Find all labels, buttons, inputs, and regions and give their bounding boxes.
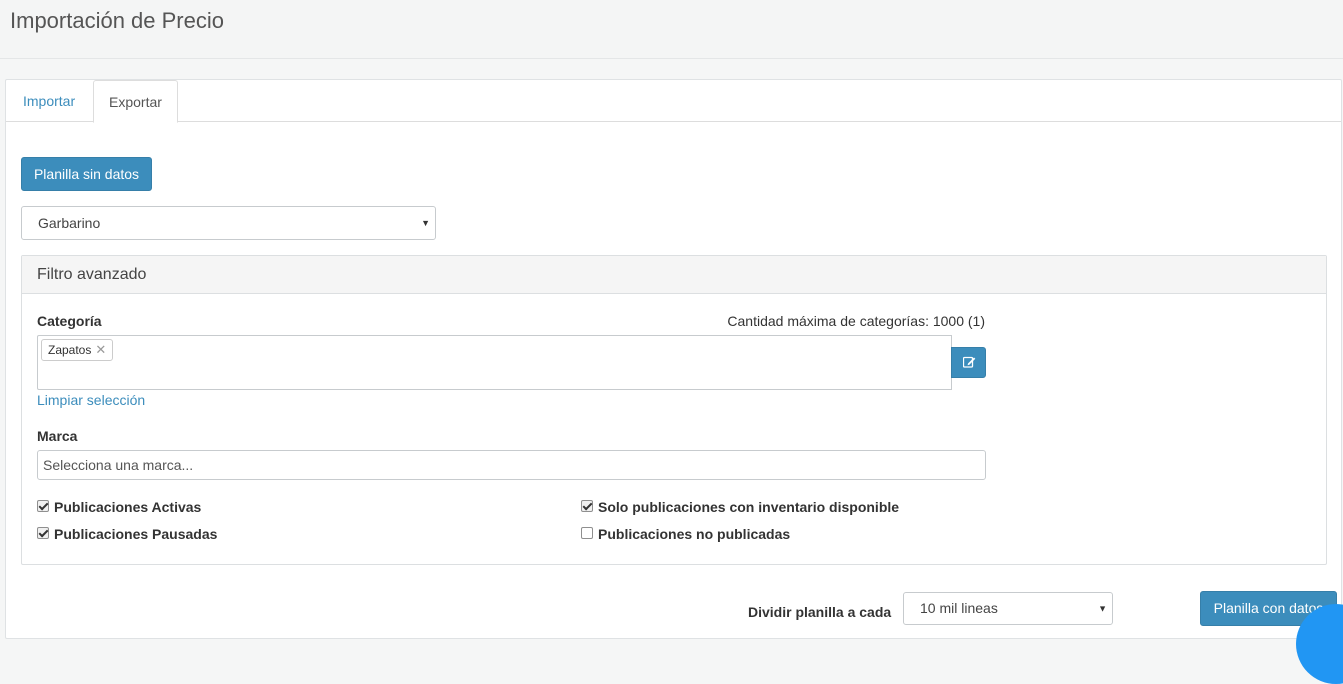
check-unpublished[interactable]: Publicaciones no publicadas xyxy=(581,526,790,542)
tab-importar[interactable]: Importar xyxy=(8,80,90,123)
max-categories-text: Cantidad máxima de categorías: 1000 (1) xyxy=(727,313,985,329)
clear-selection-link[interactable]: Limpiar selección xyxy=(37,392,145,408)
split-label: Dividir planilla a cada xyxy=(748,604,892,620)
page-title: Importación de Precio xyxy=(10,8,224,33)
checkbox-active[interactable] xyxy=(37,500,49,512)
check-paused-label: Publicaciones Pausadas xyxy=(54,526,218,542)
checkbox-paused[interactable] xyxy=(37,527,49,539)
category-multiselect[interactable]: Zapatos ✕ xyxy=(37,335,952,390)
check-stock-only-label: Solo publicaciones con inventario dispon… xyxy=(598,499,900,515)
check-stock-only[interactable]: Solo publicaciones con inventario dispon… xyxy=(581,499,899,515)
edit-icon xyxy=(963,356,976,368)
brand-label: Marca xyxy=(37,428,78,444)
check-paused-publications[interactable]: Publicaciones Pausadas xyxy=(37,526,217,542)
marketplace-select-value: Garbarino xyxy=(38,215,101,231)
advanced-filter-box: Filtro avanzado Categoría Cantidad máxim… xyxy=(21,255,1327,565)
brand-input[interactable] xyxy=(37,450,986,480)
export-panel: Importar Exportar Planilla sin datos Gar… xyxy=(5,79,1342,639)
empty-template-button[interactable]: Planilla sin datos xyxy=(21,157,152,191)
caret-down-icon: ▼ xyxy=(421,218,430,228)
advanced-filter-title: Filtro avanzado xyxy=(22,256,1326,294)
category-label: Categoría xyxy=(37,313,102,329)
edit-categories-button[interactable] xyxy=(951,347,986,378)
category-tag: Zapatos ✕ xyxy=(41,339,114,361)
split-select-value: 10 mil lineas xyxy=(920,600,998,616)
checkbox-stock-only[interactable] xyxy=(581,500,593,512)
category-tag-label: Zapatos xyxy=(48,343,92,357)
page-header: Importación de Precio xyxy=(0,0,1343,59)
check-active-publications[interactable]: Publicaciones Activas xyxy=(37,499,201,515)
check-active-label: Publicaciones Activas xyxy=(54,499,202,515)
split-select[interactable]: 10 mil lineas ▼ xyxy=(903,592,1113,625)
tab-exportar[interactable]: Exportar xyxy=(93,80,178,123)
tab-bar: Importar Exportar xyxy=(6,80,1341,123)
remove-tag-icon[interactable]: ✕ xyxy=(95,342,106,357)
checkbox-unpublished[interactable] xyxy=(581,527,593,539)
marketplace-select[interactable]: Garbarino ▼ xyxy=(21,206,436,240)
caret-down-icon: ▼ xyxy=(1098,603,1107,613)
check-unpublished-label: Publicaciones no publicadas xyxy=(598,526,791,542)
